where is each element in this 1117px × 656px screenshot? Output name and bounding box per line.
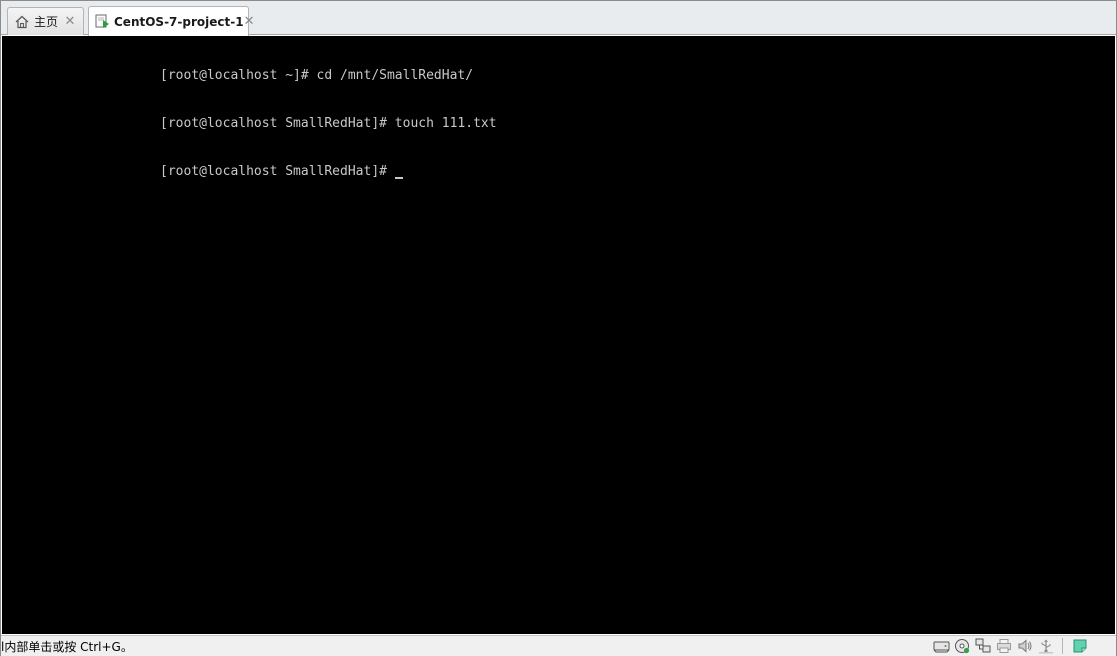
tab-home[interactable]: 主页 ✕ xyxy=(7,7,84,35)
vm-console[interactable]: [root@localhost ~]# cd /mnt/SmallRedHat/… xyxy=(2,36,1115,634)
network-adapter-icon[interactable] xyxy=(973,637,993,655)
vmware-window: 主页 ✕ CentOS-7-project-1 ✕ [root@localhos… xyxy=(0,0,1117,656)
cd-dvd-icon[interactable] xyxy=(952,637,972,655)
usb-icon[interactable] xyxy=(1036,637,1056,655)
terminal-line: [root@localhost ~]# cd /mnt/SmallRedHat/ xyxy=(160,68,474,83)
tab-centos-vm[interactable]: CentOS-7-project-1 ✕ xyxy=(88,6,254,36)
terminal-line: [root@localhost SmallRedHat]# touch 111.… xyxy=(160,116,497,131)
terminal-prompt: [root@localhost SmallRedHat]# xyxy=(160,164,395,179)
device-icons xyxy=(930,636,1116,656)
tab-vm-label: CentOS-7-project-1 xyxy=(114,14,244,29)
close-icon[interactable]: ✕ xyxy=(244,15,255,29)
message-log-icon[interactable] xyxy=(1070,637,1090,655)
status-hint: l内部单击或按 Ctrl+G。 xyxy=(1,639,133,654)
tab-strip: 主页 ✕ CentOS-7-project-1 ✕ xyxy=(1,1,1116,36)
printer-icon[interactable] xyxy=(994,637,1014,655)
terminal-prompt-line: [root@localhost SmallRedHat]# xyxy=(160,164,497,180)
tab-home-label: 主页 xyxy=(34,15,59,29)
hard-disk-icon[interactable] xyxy=(931,637,951,655)
separator xyxy=(1062,638,1063,654)
terminal-output: [root@localhost ~]# cd /mnt/SmallRedHat/… xyxy=(160,36,497,212)
sound-card-icon[interactable] xyxy=(1015,637,1035,655)
home-icon xyxy=(14,14,30,30)
close-icon[interactable]: ✕ xyxy=(63,15,77,29)
text-cursor xyxy=(394,177,403,179)
vm-running-icon xyxy=(95,14,110,30)
status-bar: l内部单击或按 Ctrl+G。 xyxy=(1,635,1116,656)
